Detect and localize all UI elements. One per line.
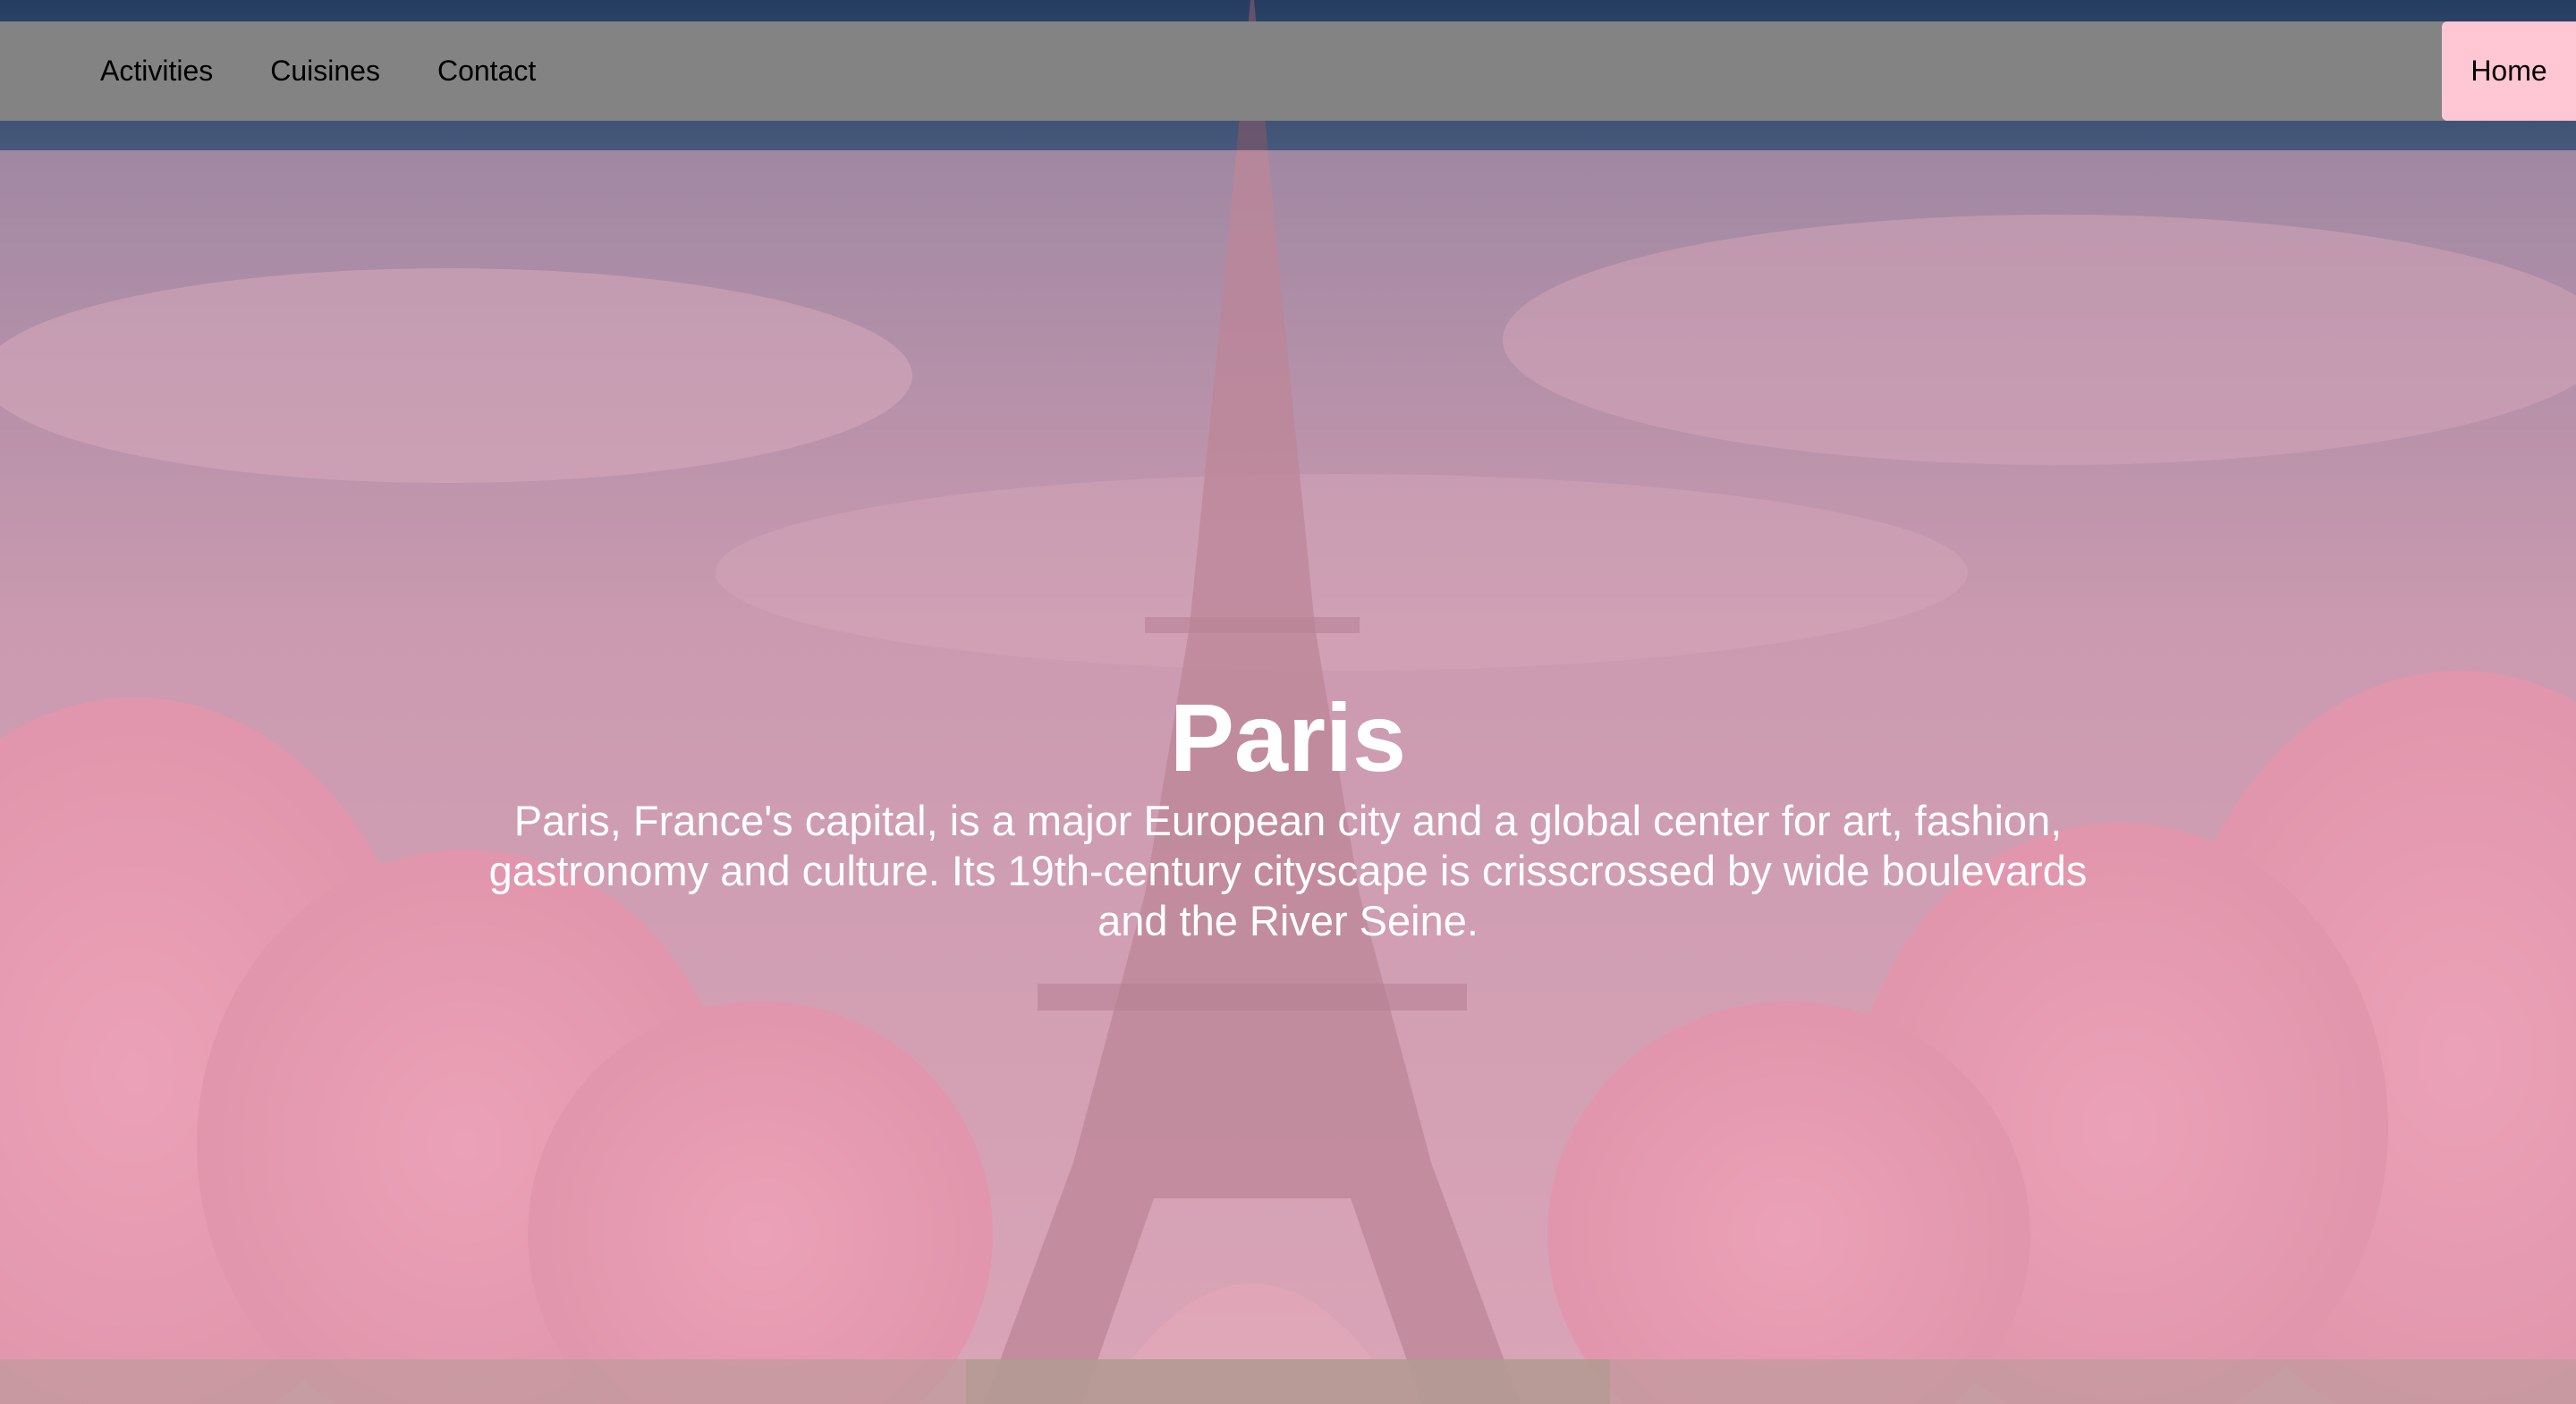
nav-link-contact[interactable]: Contact	[437, 55, 536, 88]
nav-link-activities[interactable]: Activities	[100, 55, 213, 88]
hero-title: Paris	[1169, 683, 1407, 791]
nav-links: Activities Cuisines Contact	[100, 21, 536, 121]
hero-description: Paris, France's capital, is a major Euro…	[488, 797, 2088, 944]
top-navbar: Activities Cuisines Contact	[0, 21, 2576, 121]
home-button[interactable]: Home	[2442, 21, 2576, 121]
nav-link-cuisines[interactable]: Cuisines	[270, 55, 380, 88]
hero-section: Paris Paris, France's capital, is a majo…	[0, 680, 2576, 946]
